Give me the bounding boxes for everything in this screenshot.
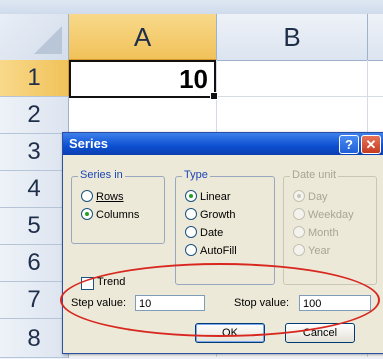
type-label: Type [182, 169, 210, 181]
cell-a1[interactable]: 10 [69, 60, 216, 98]
column-header-b[interactable]: B [217, 14, 368, 61]
option-rows[interactable]: Rows [81, 190, 124, 203]
step-value-label: Step value: [71, 297, 127, 309]
cancel-button[interactable]: Cancel [285, 323, 355, 343]
month-label: Month [308, 227, 339, 239]
day-radio[interactable] [293, 190, 305, 202]
column-header-c[interactable] [368, 14, 383, 61]
rows-label: Rows [96, 191, 124, 203]
row-header-4[interactable]: 4 [0, 171, 69, 208]
option-columns[interactable]: Columns [81, 208, 139, 221]
option-day[interactable]: Day [293, 190, 328, 203]
series-dialog: Series ? ✕ Series in Rows Columns Type L… [62, 132, 383, 354]
toolbar-strip [0, 0, 383, 15]
weekday-radio[interactable] [293, 208, 305, 220]
row-header-5[interactable]: 5 [0, 208, 69, 245]
trend-label: Trend [97, 276, 126, 288]
ok-button[interactable]: OK [195, 323, 265, 343]
weekday-label: Weekday [308, 209, 354, 221]
year-label: Year [308, 245, 331, 257]
option-growth[interactable]: Growth [185, 208, 235, 221]
dialog-titlebar[interactable]: Series ? ✕ [63, 133, 383, 155]
select-all-corner[interactable] [0, 14, 69, 61]
row-header-1[interactable]: 1 [0, 60, 70, 97]
linear-radio[interactable] [185, 190, 197, 202]
stop-value-input[interactable]: 100 [299, 295, 371, 311]
linear-label: Linear [200, 191, 231, 203]
columns-label: Columns [96, 209, 140, 221]
series-in-label: Series in [78, 169, 125, 181]
option-weekday[interactable]: Weekday [293, 208, 354, 221]
option-month[interactable]: Month [293, 226, 339, 239]
date-unit-label: Date unit [290, 169, 339, 181]
month-radio[interactable] [293, 226, 305, 238]
autofill-label: AutoFill [200, 245, 237, 257]
rows-radio[interactable] [81, 190, 93, 202]
help-button[interactable]: ? [339, 135, 359, 154]
row-header-2[interactable]: 2 [0, 97, 69, 134]
option-autofill[interactable]: AutoFill [185, 244, 237, 257]
close-button[interactable]: ✕ [361, 135, 381, 154]
date-radio[interactable] [185, 226, 197, 238]
column-header-a[interactable]: A [69, 14, 217, 61]
row-header-6[interactable]: 6 [0, 245, 69, 282]
dialog-title: Series [69, 136, 109, 151]
option-linear[interactable]: Linear [185, 190, 231, 203]
fill-handle[interactable] [210, 92, 218, 100]
row-header-7[interactable]: 7 [0, 282, 69, 319]
cell-a1-value: 10 [179, 64, 208, 94]
day-label: Day [308, 191, 328, 203]
stop-value-label: Stop value: [234, 297, 290, 309]
growth-radio[interactable] [185, 208, 197, 220]
year-radio[interactable] [293, 244, 305, 256]
option-date[interactable]: Date [185, 226, 223, 239]
option-year[interactable]: Year [293, 244, 330, 257]
autofill-radio[interactable] [185, 244, 197, 256]
columns-radio[interactable] [81, 208, 93, 220]
date-label: Date [200, 227, 224, 239]
trend-checkbox[interactable] [81, 277, 94, 290]
row-header-8[interactable]: 8 [0, 319, 69, 358]
step-value-input[interactable]: 10 [135, 295, 205, 311]
growth-label: Growth [200, 209, 236, 221]
row-header-3[interactable]: 3 [0, 134, 69, 171]
corner-triangle-icon [34, 26, 62, 54]
